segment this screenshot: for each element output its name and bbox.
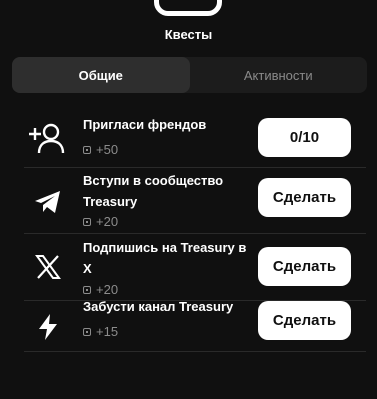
- quests-header-icon: [154, 0, 222, 16]
- quest-reward: +15: [83, 324, 118, 339]
- add-friend-icon: [24, 121, 72, 155]
- quest-list: Пригласи френдов +50 0/10 Вступи в сообщ…: [24, 108, 366, 352]
- coin-icon: [83, 145, 91, 154]
- quest-row-telegram: Вступи в сообщество Treasury +20 Сделать: [24, 168, 366, 234]
- tab-general[interactable]: Общие: [12, 57, 190, 93]
- quest-title: Подпишись на Treasury в X: [83, 240, 247, 276]
- lightning-icon: [24, 310, 72, 344]
- tab-activities[interactable]: Активности: [190, 57, 368, 93]
- coin-icon: [83, 327, 91, 336]
- page-title: Квесты: [164, 27, 213, 42]
- quest-title: Вступи в сообщество Treasury: [83, 173, 224, 209]
- quest-reward-value: +15: [96, 324, 119, 339]
- quest-title: Пригласи френдов: [83, 117, 207, 132]
- quest-reward-value: +50: [96, 142, 119, 157]
- telegram-icon: [24, 185, 72, 219]
- quest-reward-value: +20: [96, 282, 119, 297]
- quest-title: Забусти канал Treasury: [83, 299, 234, 314]
- x-logo-icon: [24, 250, 72, 284]
- quest-reward: +20: [83, 214, 118, 229]
- quest-reward-value: +20: [96, 214, 119, 229]
- quest-reward: +50: [83, 142, 118, 157]
- tab-bar: Общие Активности: [12, 57, 367, 93]
- coin-icon: [83, 217, 91, 226]
- invite-progress-button[interactable]: 0/10: [258, 118, 351, 157]
- quest-row-invite: Пригласи френдов +50 0/10: [24, 108, 366, 168]
- do-quest-button[interactable]: Сделать: [258, 301, 351, 340]
- quest-row-boost: Забусти канал Treasury +15 Сделать: [24, 299, 366, 352]
- quest-row-x: Подпишись на Treasury в X +20 Сделать: [24, 234, 366, 301]
- do-quest-button[interactable]: Сделать: [258, 178, 351, 217]
- quest-reward: +20: [83, 282, 118, 297]
- coin-icon: [83, 285, 91, 294]
- do-quest-button[interactable]: Сделать: [258, 247, 351, 286]
